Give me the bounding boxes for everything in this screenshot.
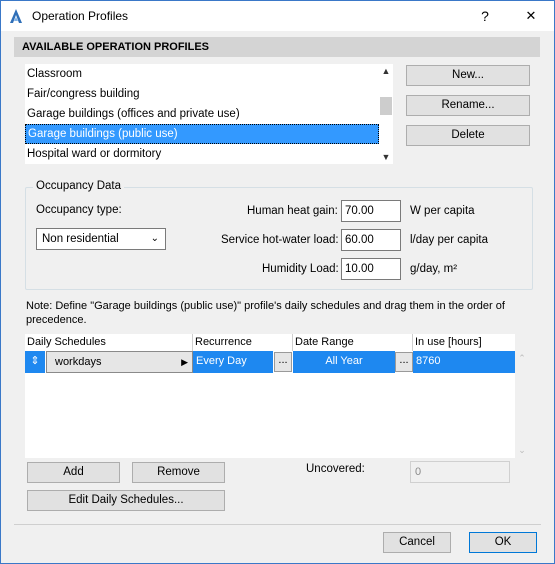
schedule-value: workdays (55, 356, 102, 368)
cancel-button[interactable]: Cancel (383, 532, 451, 553)
occupancy-type-value: Non residential (42, 233, 119, 245)
list-item[interactable]: Classroom (25, 64, 379, 84)
scroll-thumb[interactable] (380, 97, 392, 115)
chevron-down-icon[interactable]: ▼ (379, 150, 393, 164)
ok-button[interactable]: OK (469, 532, 537, 553)
column-header-date-range[interactable]: Date Range (293, 334, 413, 351)
schedule-table: Daily Schedules Recurrence Date Range In… (25, 334, 515, 458)
schedule-select[interactable]: workdays ▶ (46, 351, 193, 373)
humidity-unit: g/day, m² (410, 263, 458, 275)
date-range-cell[interactable]: All Year (293, 351, 395, 373)
list-item[interactable]: Garage buildings (offices and private us… (25, 104, 379, 124)
column-header-schedules[interactable]: Daily Schedules (25, 334, 193, 351)
hot-water-unit: l/day per capita (410, 234, 488, 246)
close-icon: ✕ (525, 8, 537, 23)
add-button[interactable]: Add (27, 462, 120, 483)
triangle-right-icon: ▶ (181, 357, 188, 367)
updown-arrow-icon[interactable]: ⇕ (25, 351, 45, 373)
chevron-up-icon[interactable]: ⌃ (515, 351, 529, 365)
new-button[interactable]: New... (406, 65, 530, 86)
chevron-up-icon[interactable]: ▲ (379, 64, 393, 78)
hot-water-field[interactable]: 60.00 (341, 229, 401, 251)
delete-button[interactable]: Delete (406, 125, 530, 146)
close-button[interactable]: ✕ (509, 1, 553, 31)
heat-gain-unit: W per capita (410, 205, 475, 217)
edit-daily-schedules-button[interactable]: Edit Daily Schedules... (27, 490, 225, 511)
uncovered-field: 0 (410, 461, 510, 483)
profile-list[interactable]: Classroom Fair/congress building Garage … (25, 64, 393, 164)
heat-gain-field[interactable]: 70.00 (341, 200, 401, 222)
occupancy-type-label: Occupancy type: (36, 204, 122, 216)
chevron-down-icon: ⌄ (150, 233, 159, 244)
schedule-table-scrollbar[interactable]: ⌃ ⌄ (515, 351, 529, 458)
remove-button[interactable]: Remove (132, 462, 225, 483)
hot-water-label: Service hot-water load: (221, 234, 339, 246)
humidity-label: Humidity Load: (262, 263, 339, 275)
help-button[interactable]: ? (463, 1, 507, 31)
uncovered-label: Uncovered: (306, 463, 365, 475)
operation-profiles-dialog: Operation Profiles ? ✕ AVAILABLE OPERATI… (0, 0, 555, 564)
divider (14, 524, 541, 525)
recurrence-more-button[interactable]: ... (274, 352, 292, 372)
occupancy-type-select[interactable]: Non residential ⌄ (36, 228, 166, 250)
list-item[interactable]: Fair/congress building (25, 84, 379, 104)
column-header-in-use[interactable]: In use [hours] (413, 334, 515, 351)
humidity-field[interactable]: 10.00 (341, 258, 401, 280)
heat-gain-label: Human heat gain: (247, 205, 338, 217)
profile-list-scrollbar[interactable]: ▲ ▼ (379, 64, 393, 164)
in-use-hours-cell: 8760 (413, 351, 515, 373)
title-bar: Operation Profiles ? ✕ (1, 1, 554, 31)
dialog-title: Operation Profiles (32, 9, 129, 23)
schedule-note: Note: Define "Garage buildings (public u… (26, 300, 505, 326)
archicad-icon (10, 9, 22, 23)
rename-button[interactable]: Rename... (406, 95, 530, 116)
column-header-recurrence[interactable]: Recurrence (193, 334, 293, 351)
list-item[interactable]: Hospital ward or dormitory (25, 144, 379, 164)
list-item-selected[interactable]: Garage buildings (public use) (25, 124, 379, 144)
section-header: AVAILABLE OPERATION PROFILES (14, 37, 540, 57)
chevron-down-icon[interactable]: ⌄ (515, 443, 529, 457)
date-range-more-button[interactable]: ... (395, 352, 413, 372)
table-row[interactable]: ⇕ workdays ▶ Every Day ... All Year ... … (25, 351, 515, 373)
occupancy-group-title: Occupancy Data (33, 180, 125, 192)
recurrence-cell[interactable]: Every Day (193, 351, 273, 373)
